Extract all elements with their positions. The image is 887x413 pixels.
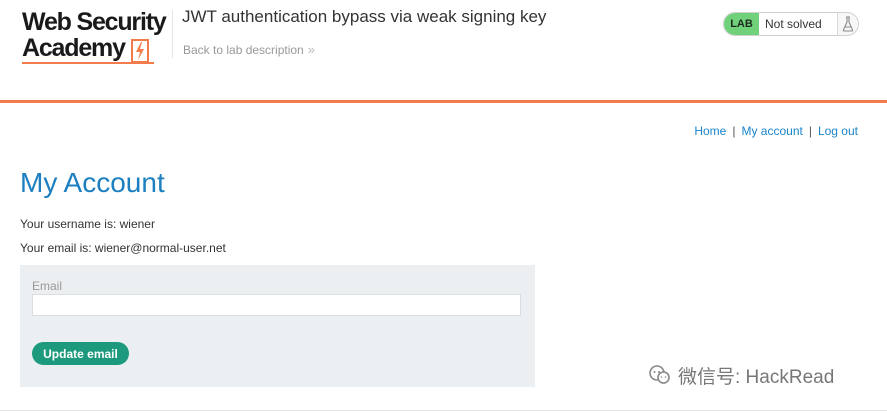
lab-header: Web Security Academy JWT authentication … (0, 0, 887, 103)
back-link-label: Back to lab description (183, 43, 304, 57)
lab-title: JWT authentication bypass via weak signi… (182, 7, 547, 26)
bottom-divider (0, 410, 887, 411)
double-chevron-right-icon: » (307, 42, 315, 57)
wechat-watermark: 微信号: HackRead (648, 361, 834, 389)
nav-separator: | (732, 124, 736, 138)
header-divider (172, 10, 173, 58)
email-input[interactable] (32, 294, 521, 316)
page-title: My Account (20, 167, 165, 198)
logo-text-line2: Academy (22, 34, 126, 62)
update-email-button[interactable]: Update email (32, 342, 129, 365)
lab-status-text: Not solved (759, 13, 837, 35)
email-label: Email (32, 279, 63, 293)
nav-separator: | (808, 124, 812, 138)
nav-my-account-link[interactable]: My account (741, 124, 802, 138)
account-nav: Home | My account | Log out (694, 124, 858, 138)
lightning-bolt-icon (131, 39, 149, 63)
watermark-text: 微信号: HackRead (678, 366, 835, 388)
flask-icon[interactable] (837, 13, 858, 35)
logo-text-line1: Web Security (22, 8, 167, 36)
username-text: Your username is: wiener (20, 217, 155, 231)
lab-badge: LAB (724, 13, 759, 35)
update-email-form: Email Update email (20, 265, 535, 387)
lab-status-widget: LAB Not solved (723, 12, 859, 36)
logo-underline (22, 62, 154, 64)
back-to-lab-description-link[interactable]: Back to lab description» (183, 42, 315, 57)
nav-home-link[interactable]: Home (694, 124, 726, 138)
wechat-icon (649, 365, 670, 384)
email-text: Your email is: wiener@normal-user.net (20, 241, 226, 255)
web-security-academy-logo[interactable]: Web Security Academy (22, 8, 172, 66)
nav-log-out-link[interactable]: Log out (818, 124, 858, 138)
